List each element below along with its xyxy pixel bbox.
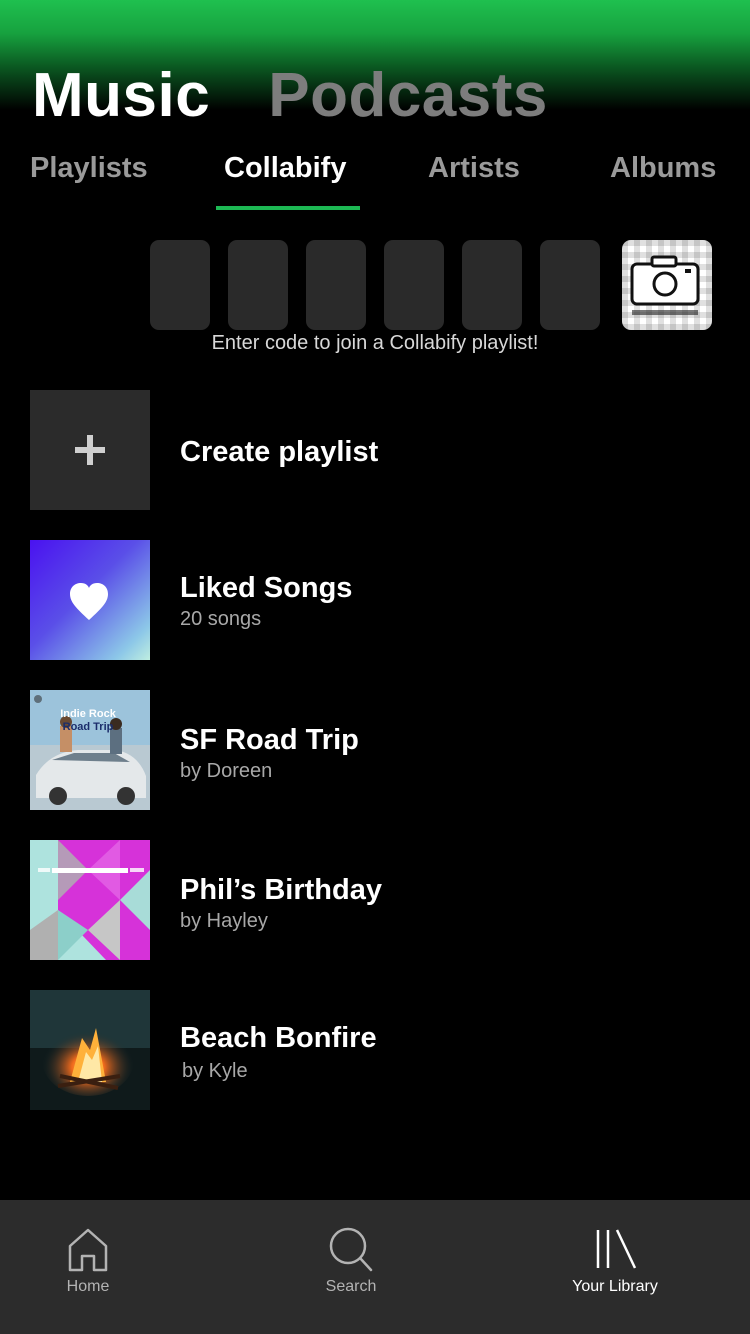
scan-code-button[interactable] [622, 240, 712, 330]
cover-text-1: Indie Rock [60, 708, 116, 720]
playlist-cover [30, 990, 150, 1110]
tab-playlists[interactable]: Playlists [30, 150, 148, 186]
playlist-cover [30, 840, 150, 960]
camera-icon [630, 255, 700, 315]
code-digit-2[interactable] [228, 240, 288, 330]
tab-artists[interactable]: Artists [428, 150, 520, 186]
home-icon [68, 1228, 108, 1272]
list-item-sf-road-trip[interactable]: Indie Rock Road Trip SF Road Trip by Dor… [30, 690, 730, 810]
bottom-nav: Home Search Your Library [0, 1200, 750, 1334]
nav-your-library-label: Your Library [572, 1278, 658, 1295]
cover-text-2: Road Trip [62, 721, 114, 733]
search-icon [329, 1227, 373, 1272]
create-playlist-label: Create playlist [180, 436, 379, 468]
geometric-cover-art [30, 840, 150, 960]
code-digit-4[interactable] [384, 240, 444, 330]
create-playlist-row[interactable]: Create playlist [30, 390, 730, 510]
library-icon [596, 1229, 637, 1269]
nav-search[interactable]: Search [271, 1200, 431, 1334]
tab-music[interactable]: Music [32, 58, 210, 134]
item-subtitle: 20 songs [180, 608, 262, 630]
item-subtitle: by Kyle [182, 1060, 248, 1082]
tab-albums[interactable]: Albums [610, 150, 716, 186]
tab-podcasts[interactable]: Podcasts [268, 58, 548, 134]
tab-collabify[interactable]: Collabify [224, 150, 346, 186]
plus-icon [30, 390, 150, 510]
item-subtitle: by Hayley [180, 910, 268, 932]
list-item-phils-birthday[interactable]: Phil’s Birthday by Hayley [30, 840, 730, 960]
item-title: Beach Bonfire [180, 1022, 377, 1054]
nav-search-label: Search [325, 1278, 377, 1295]
item-title: Phil’s Birthday [180, 874, 382, 906]
list-item-beach-bonfire[interactable]: Beach Bonfire by Kyle [30, 990, 730, 1110]
heart-icon [70, 583, 108, 620]
nav-home[interactable]: Home [8, 1200, 168, 1334]
code-hint: Enter code to join a Collabify playlist! [211, 332, 539, 354]
item-title: SF Road Trip [180, 724, 359, 756]
code-digit-5[interactable] [462, 240, 522, 330]
bonfire-cover-art [30, 990, 150, 1110]
active-tab-indicator [216, 206, 360, 210]
liked-songs-cover [30, 540, 150, 660]
main-tabs: Music Podcasts [32, 58, 548, 134]
code-digit-1[interactable] [150, 240, 210, 330]
code-digit-3[interactable] [306, 240, 366, 330]
nav-your-library[interactable]: Your Library [535, 1200, 695, 1334]
code-digit-6[interactable] [540, 240, 600, 330]
nav-home-label: Home [66, 1278, 110, 1295]
list-item-liked-songs[interactable]: Liked Songs 20 songs [30, 540, 730, 660]
item-subtitle: by Doreen [180, 760, 273, 782]
item-title: Liked Songs [180, 572, 353, 604]
